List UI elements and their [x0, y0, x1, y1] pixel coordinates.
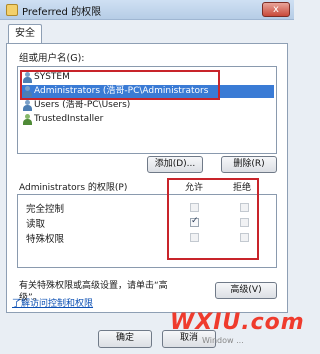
help-link[interactable]: 了解访问控制和权限 — [12, 296, 93, 309]
title-bar: Preferred 的权限 x — [0, 0, 294, 20]
ok-button[interactable]: 确定 — [98, 330, 152, 348]
user-group-icon — [22, 100, 32, 111]
highlight-frame — [20, 70, 220, 100]
window-title: Preferred 的权限 — [22, 7, 102, 18]
close-button[interactable]: x — [262, 2, 290, 17]
list-item-users[interactable]: Users (浩哥-PC\Users) — [20, 99, 274, 112]
user-name: TrustedInstaller — [34, 114, 104, 124]
watermark-logo: WXIU.com Window ... — [170, 310, 304, 350]
tab-strip: 安全 — [6, 24, 288, 44]
user-icon — [22, 114, 32, 125]
user-name: Users (浩哥-PC\Users) — [34, 100, 131, 110]
watermark-subtext: Window ... — [202, 336, 244, 345]
tab-security[interactable]: 安全 — [8, 24, 42, 44]
permission-name: 读取 — [26, 219, 46, 230]
permission-name: 完全控制 — [26, 204, 65, 215]
group-label: 组或用户名(G): — [19, 53, 85, 64]
folder-icon — [6, 4, 18, 16]
add-button[interactable]: 添加(D)... — [147, 156, 203, 173]
advanced-button[interactable]: 高级(V) — [215, 282, 277, 299]
permissions-title: Administrators 的权限(P) — [19, 183, 128, 193]
watermark-text: WXIU.com — [170, 310, 305, 335]
list-item-trustedinstaller[interactable]: TrustedInstaller — [20, 113, 274, 126]
permission-name: 特殊权限 — [26, 234, 65, 245]
highlight-frame — [167, 178, 259, 260]
remove-button[interactable]: 删除(R) — [221, 156, 277, 173]
